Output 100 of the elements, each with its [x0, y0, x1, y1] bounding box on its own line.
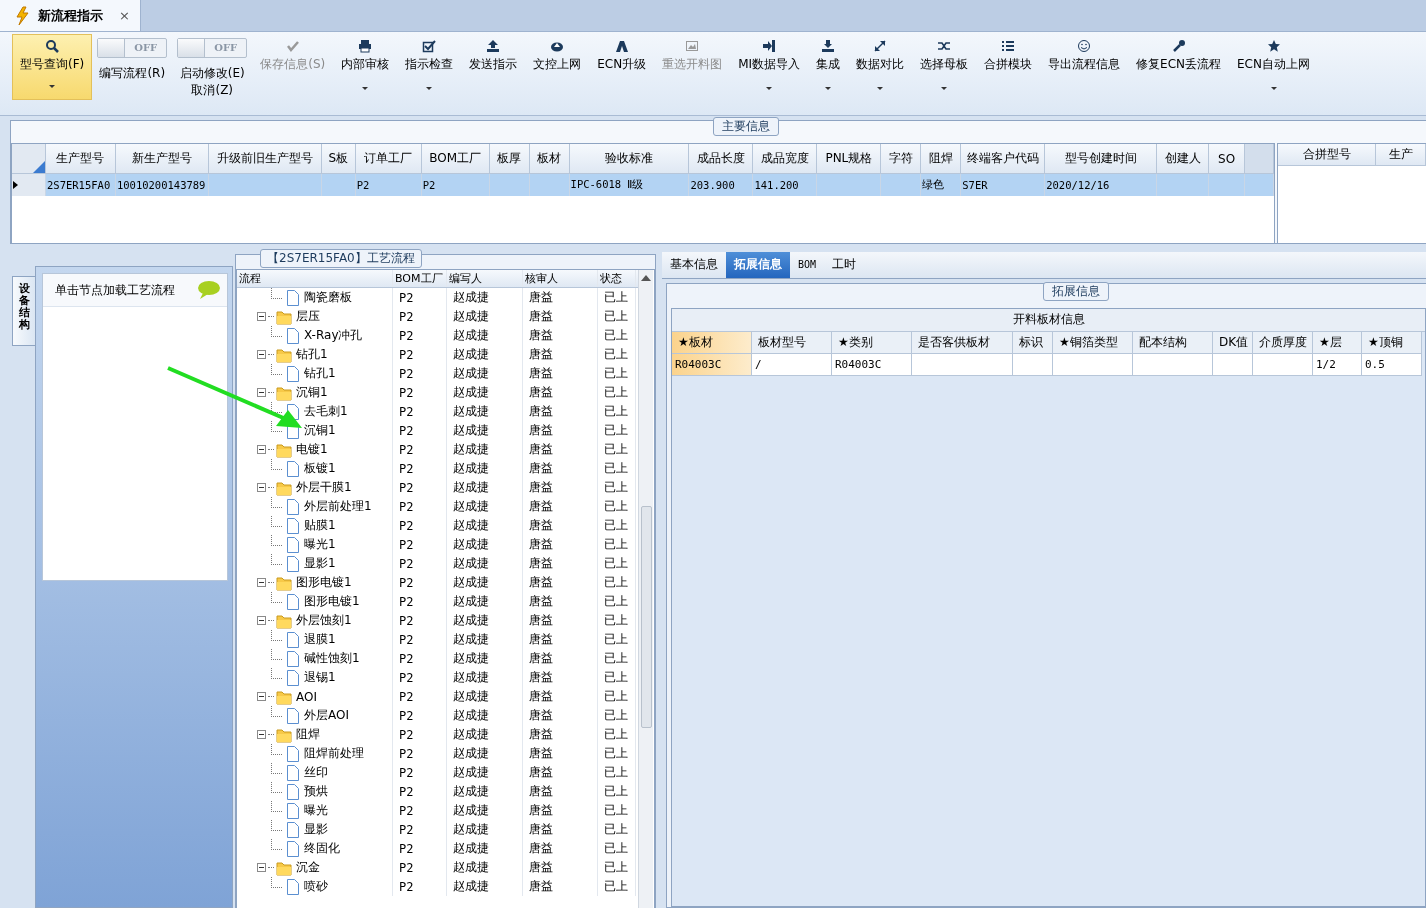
tree-item[interactable]: 层压 — [296, 308, 320, 325]
column-header[interactable]: ★类别 — [832, 331, 912, 354]
tree-item[interactable]: 丝印 — [304, 764, 328, 781]
toolbar-button[interactable]: 集成 — [808, 34, 849, 101]
toolbar-button[interactable]: ECN自动上网 — [1229, 34, 1318, 101]
tree-item[interactable]: 碱性蚀刻1 — [304, 650, 360, 667]
tab[interactable]: BOM — [790, 252, 825, 278]
tree-item[interactable]: 外层前处理1 — [304, 498, 372, 515]
tree-item[interactable]: 退膜1 — [304, 631, 336, 648]
column-header[interactable]: 编写人 — [449, 271, 482, 286]
toolbar-button[interactable]: 发送指示 — [461, 34, 526, 101]
side-tab[interactable]: 设备结构 — [12, 276, 35, 346]
tree-item[interactable]: 曝光1 — [304, 536, 336, 553]
toolbar-button[interactable]: 文控上网 — [525, 34, 590, 101]
column-header[interactable]: 创建人 — [1157, 144, 1210, 175]
column-header[interactable]: ★层 — [1313, 331, 1362, 354]
column-header[interactable]: 订单工厂 — [355, 144, 422, 175]
tree-item[interactable]: 预烘 — [304, 783, 328, 800]
column-header[interactable]: SO — [1209, 144, 1246, 175]
table-cell[interactable]: 1/2 — [1313, 353, 1362, 376]
cancel-button[interactable]: 取消(Z) — [191, 82, 234, 100]
tree-item[interactable]: 贴膜1 — [304, 517, 336, 534]
column-header[interactable]: 新生产型号 — [115, 144, 209, 175]
expander-icon[interactable] — [257, 616, 266, 625]
tree-item[interactable]: 板镀1 — [304, 460, 336, 477]
document-tab[interactable]: 新流程指示 × — [0, 0, 141, 32]
column-header[interactable]: 验收标准 — [569, 144, 690, 175]
table-cell[interactable] — [1213, 353, 1253, 376]
table-cell[interactable]: 0.5 — [1362, 353, 1422, 376]
column-header[interactable]: DK值 — [1213, 331, 1253, 354]
column-header[interactable]: 板材 — [529, 144, 570, 175]
tree-item[interactable]: 去毛刺1 — [304, 403, 348, 420]
column-header[interactable]: 配本结构 — [1133, 331, 1213, 354]
table-cell[interactable] — [1253, 353, 1313, 376]
column-header[interactable]: 板厚 — [489, 144, 530, 175]
tree-item[interactable]: 沉铜1 — [304, 422, 336, 439]
column-header[interactable]: ★顶铜 — [1362, 331, 1422, 354]
tab[interactable]: 拓展信息 — [726, 252, 790, 278]
column-header[interactable]: 合拼型号 — [1278, 144, 1376, 167]
tree-item[interactable]: 喷砂 — [304, 878, 328, 895]
tree-item[interactable]: X-Ray冲孔 — [304, 327, 363, 344]
table-cell[interactable]: / — [752, 353, 832, 376]
column-header[interactable]: 字符 — [881, 144, 922, 175]
table-cell[interactable] — [1133, 353, 1213, 376]
toolbar-button[interactable]: 内部审核 — [333, 34, 398, 101]
column-header[interactable]: 成品长度 — [689, 144, 754, 175]
tree-item[interactable]: 终固化 — [304, 840, 340, 857]
tree-item[interactable]: 钻孔1 — [304, 365, 336, 382]
expander-icon[interactable] — [257, 483, 266, 492]
column-header[interactable]: 流程 — [239, 271, 261, 286]
tree-item[interactable]: 图形电镀1 — [304, 593, 360, 610]
expander-icon[interactable] — [257, 312, 266, 321]
expander-icon[interactable] — [257, 863, 266, 872]
expander-icon[interactable] — [257, 578, 266, 587]
expander-icon[interactable] — [257, 388, 266, 397]
row-header[interactable] — [12, 174, 46, 197]
tree-item[interactable]: 阻焊 — [296, 726, 320, 743]
tree-item[interactable]: 电镀1 — [296, 441, 328, 458]
expander-icon[interactable] — [257, 445, 266, 454]
toolbar-button[interactable]: MI数据导入 — [730, 34, 809, 101]
toolbar-button[interactable]: 指示检查 — [397, 34, 462, 101]
column-header[interactable]: S板 — [321, 144, 356, 175]
tree-item[interactable]: 图形电镀1 — [296, 574, 352, 591]
toolbar-button[interactable]: 数据对比 — [848, 34, 913, 101]
tab[interactable]: 基本信息 — [662, 252, 726, 278]
tree-item[interactable]: 沉铜1 — [296, 384, 328, 401]
column-header[interactable]: ★铜箔类型 — [1053, 331, 1133, 354]
table-cell[interactable]: R04003C — [832, 353, 912, 376]
toolbar-button[interactable]: 合拼模块 — [976, 34, 1041, 101]
toolbar-button[interactable]: 选择母板 — [912, 34, 977, 101]
column-header[interactable]: 是否客供板材 — [912, 331, 1013, 354]
tree-item[interactable]: 退锡1 — [304, 669, 336, 686]
column-header[interactable]: 核审人 — [525, 271, 558, 286]
table-cell[interactable]: R04003C — [672, 353, 752, 376]
tree-item[interactable]: 沉金 — [296, 859, 320, 876]
toolbar-button[interactable]: 修复ECN丢流程 — [1128, 34, 1230, 101]
expander-icon[interactable] — [257, 730, 266, 739]
column-header[interactable]: 成品宽度 — [753, 144, 818, 175]
column-header[interactable]: 介质厚度 — [1253, 331, 1313, 354]
tree-item[interactable]: AOI — [296, 689, 317, 704]
column-header[interactable]: 板材型号 — [752, 331, 832, 354]
scrollbar-thumb[interactable] — [640, 506, 652, 728]
tree-item[interactable]: 钻孔1 — [296, 346, 328, 363]
column-header[interactable]: 生产 — [1376, 144, 1426, 167]
column-header[interactable]: BOM工厂 — [395, 271, 443, 286]
tree-item[interactable]: 显影1 — [304, 555, 336, 572]
table-cell[interactable] — [1053, 353, 1133, 376]
tree-item[interactable]: 陶瓷磨板 — [304, 289, 352, 306]
column-header[interactable]: 阻焊 — [921, 144, 962, 175]
tree-item[interactable]: 外层AOI — [304, 707, 349, 724]
column-header[interactable]: PNL规格 — [817, 144, 882, 175]
tree-item[interactable]: 曝光 — [304, 802, 328, 819]
tree-item[interactable]: 外层干膜1 — [296, 479, 352, 496]
table-cell[interactable] — [912, 353, 1013, 376]
column-header[interactable]: 生产型号 — [46, 144, 116, 175]
column-header[interactable]: ★板材 — [672, 331, 752, 354]
column-header[interactable]: 升级前旧生产型号 — [208, 144, 322, 175]
column-header[interactable]: 型号创建时间 — [1045, 144, 1158, 175]
toolbar-button[interactable]: ECN升级 — [589, 34, 655, 101]
toolbar-button[interactable]: 型号查询(F) — [12, 34, 93, 101]
